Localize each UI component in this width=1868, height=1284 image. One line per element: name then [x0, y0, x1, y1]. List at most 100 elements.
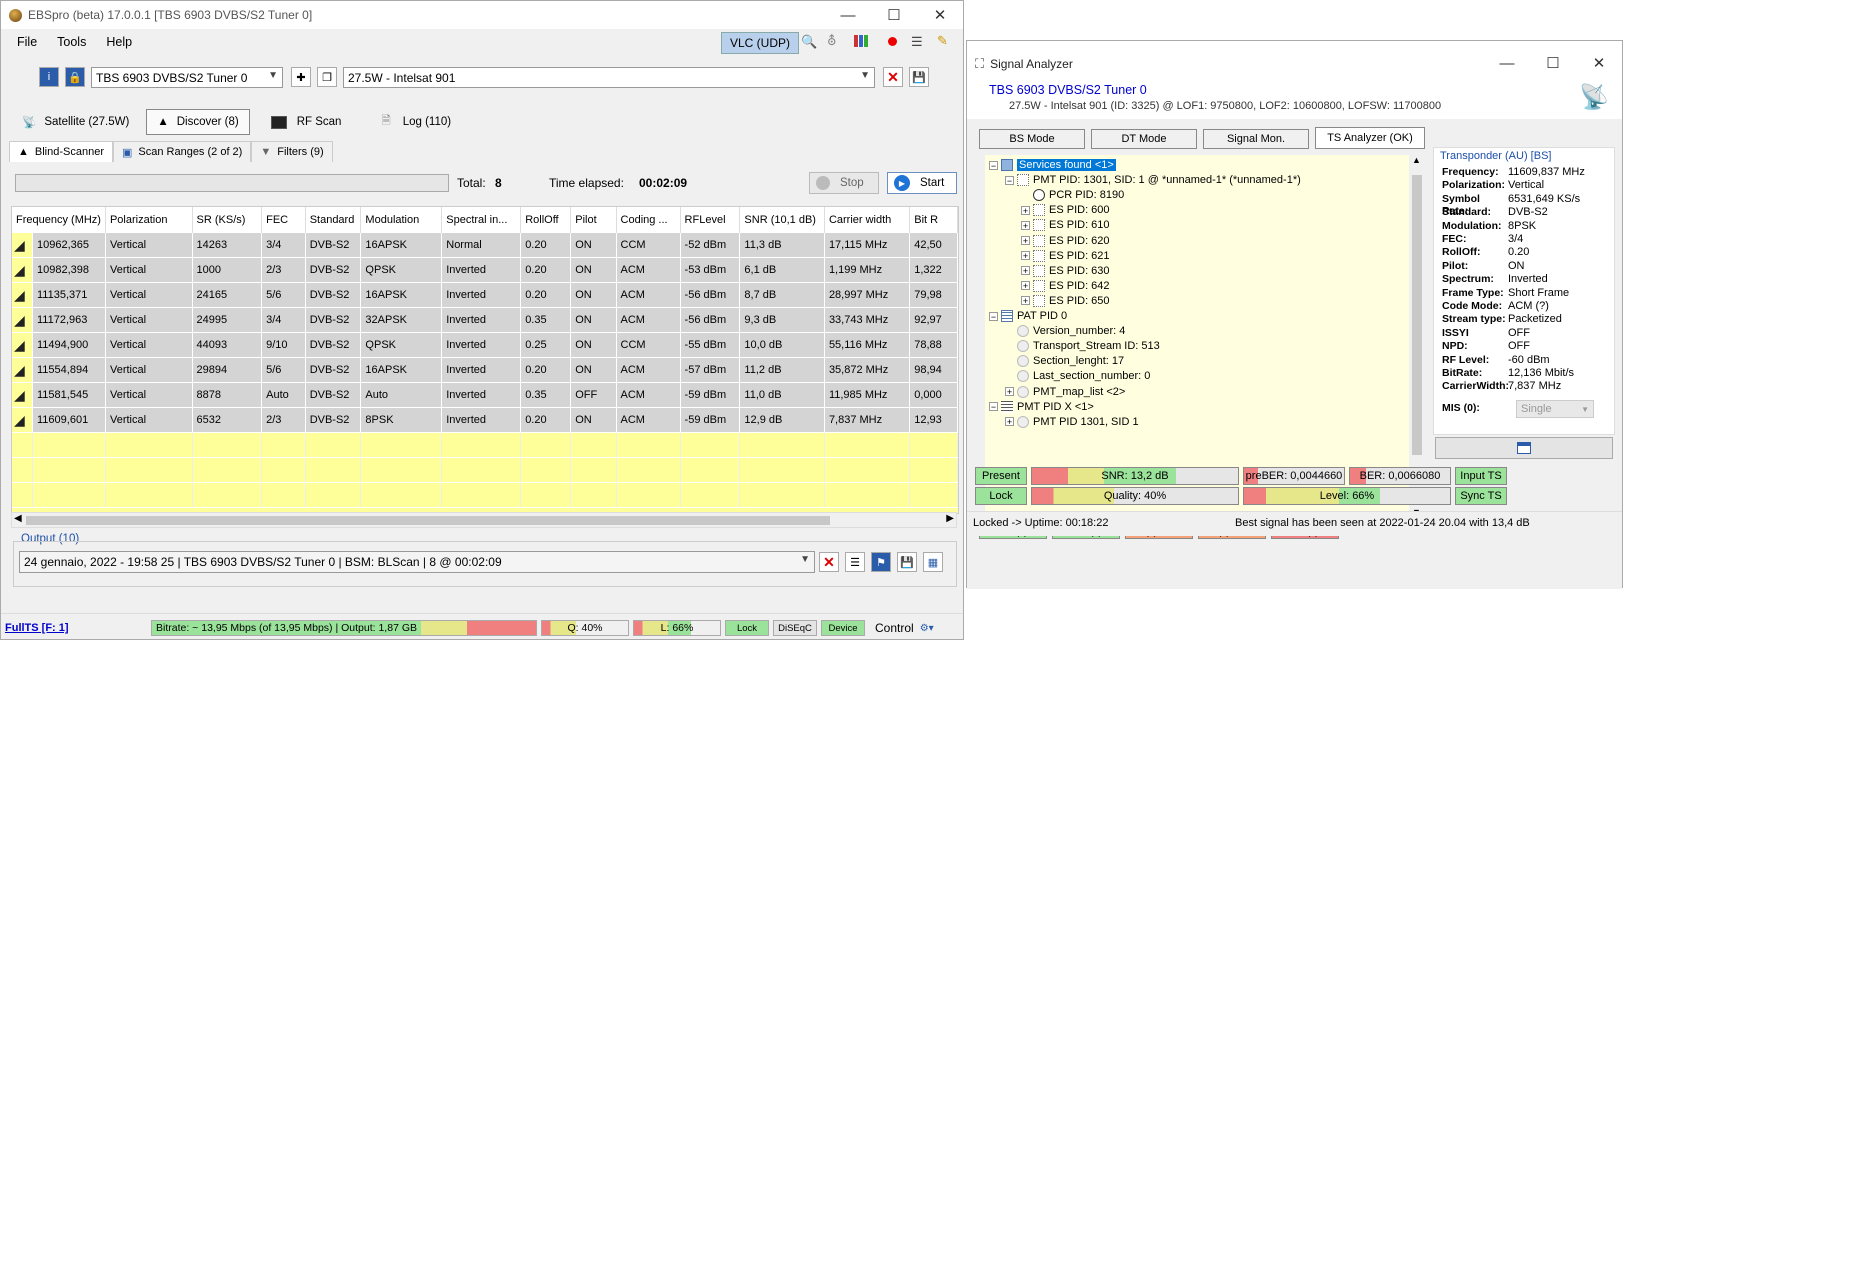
tree-node[interactable]: Last_section_number: 0: [1005, 368, 1150, 384]
list-icon[interactable]: ☰: [911, 34, 923, 50]
table-row[interactable]: ◢ 11494,900 Vertical 44093 9/10 DVB-S2 QPSK Inv…: [12, 332, 958, 358]
tree-node[interactable]: + PMT PID 1301, SID 1: [1005, 414, 1139, 430]
mis-select[interactable]: Single ▼: [1516, 400, 1594, 418]
table-row[interactable]: ◢ 10962,365 Vertical 14263 3/4 DVB-S2 16APSK No…: [12, 233, 958, 258]
tab-signal-mon[interactable]: Signal Mon.: [1203, 129, 1309, 149]
tree-scrollbar[interactable]: ▲ ▼: [1409, 155, 1425, 517]
scroll-up-icon[interactable]: ▲: [1412, 155, 1421, 165]
vlc-udp-button[interactable]: VLC (UDP): [721, 32, 800, 54]
table-row[interactable]: ◢ 11554,894 Vertical 29894 5/6 DVB-S2 16APSK In…: [12, 357, 958, 383]
expand-icon[interactable]: +: [1021, 266, 1030, 276]
col-sr[interactable]: SR (KS/s): [192, 207, 263, 233]
expand-icon[interactable]: +: [1021, 281, 1030, 291]
info-icon[interactable]: i: [39, 67, 59, 87]
close-button[interactable]: ✕: [1576, 49, 1622, 77]
search-icon[interactable]: 🔍: [801, 34, 817, 50]
start-button[interactable]: ▶ Start: [887, 172, 957, 194]
minimize-button[interactable]: —: [1484, 49, 1530, 77]
control-label[interactable]: Control: [875, 621, 914, 635]
collapse-icon[interactable]: −: [1005, 175, 1014, 185]
table-row[interactable]: ◢ 11581,545 Vertical 8878 Auto DVB-S2 Auto Inve…: [12, 382, 958, 408]
tab-log[interactable]: 🗎 Log (110): [370, 109, 462, 135]
menu-help[interactable]: Help: [96, 35, 142, 49]
record-icon[interactable]: [888, 37, 897, 46]
tree-node[interactable]: − PAT PID 0: [989, 308, 1067, 324]
tree-node[interactable]: + ES PID: 600: [1021, 202, 1110, 218]
col-fec[interactable]: FEC: [261, 207, 306, 233]
expand-icon[interactable]: +: [1021, 296, 1030, 306]
tree-node[interactable]: Transport_Stream ID: 513: [1005, 338, 1160, 354]
expand-icon[interactable]: +: [1021, 205, 1030, 215]
tab-scan-ranges[interactable]: ▣ Scan Ranges (2 of 2): [112, 141, 252, 162]
chart-icon[interactable]: [854, 35, 868, 47]
tree-node[interactable]: − Services found <1>: [989, 157, 1116, 173]
tree-node[interactable]: + ES PID: 621: [1021, 248, 1110, 264]
control-dropdown-icon[interactable]: ⚙▾: [920, 623, 934, 634]
fullts-link[interactable]: FullTS [F: 1]: [5, 622, 151, 634]
col-spectral[interactable]: Spectral in...: [441, 207, 522, 233]
expand-icon[interactable]: +: [1021, 236, 1030, 246]
expand-icon[interactable]: +: [1005, 387, 1014, 397]
tree-node[interactable]: + ES PID: 610: [1021, 217, 1110, 233]
collapse-icon[interactable]: −: [989, 311, 998, 321]
tree-node[interactable]: − PMT PID: 1301, SID: 1 @ *unnamed-1* (*u…: [1005, 172, 1301, 188]
save-icon[interactable]: 💾: [909, 67, 929, 87]
tuner-select[interactable]: TBS 6903 DVBS/S2 Tuner 0 ▼: [91, 67, 283, 88]
tree-node[interactable]: + ES PID: 642: [1021, 278, 1110, 294]
close-button[interactable]: ✕: [917, 1, 963, 29]
tree-node[interactable]: + ES PID: 630: [1021, 263, 1110, 279]
col-rflevel[interactable]: RFLevel: [680, 207, 741, 233]
transponder-action-button[interactable]: [1435, 437, 1613, 459]
col-rolloff[interactable]: RollOff: [520, 207, 572, 233]
satellite-select[interactable]: 27.5W - Intelsat 901 ▼: [343, 67, 875, 88]
export-icon[interactable]: ▦: [923, 552, 943, 572]
table-row[interactable]: ◢ 10982,398 Vertical 1000 2/3 DVB-S2 QPSK Inver…: [12, 257, 958, 283]
col-bitrate[interactable]: Bit R: [909, 207, 958, 233]
tree-node[interactable]: + PMT_map_list <2>: [1005, 384, 1125, 400]
col-modulation[interactable]: Modulation: [360, 207, 443, 233]
satellite-dish-icon[interactable]: ⛢: [827, 33, 837, 49]
col-polarization[interactable]: Polarization: [105, 207, 193, 233]
expand-icon[interactable]: +: [1021, 220, 1030, 230]
tree-node[interactable]: Section_lenght: 17: [1005, 353, 1124, 369]
tab-rf-scan[interactable]: RF Scan: [260, 109, 353, 135]
tab-blind-scanner[interactable]: ▲ Blind-Scanner: [9, 141, 113, 162]
save-icon[interactable]: 💾: [897, 552, 917, 572]
lock-icon[interactable]: 🔒: [65, 67, 85, 87]
tab-satellite[interactable]: 📡 Satellite (27.5W): [11, 109, 140, 135]
tab-dt-mode[interactable]: DT Mode: [1091, 129, 1197, 149]
collapse-icon[interactable]: −: [989, 402, 998, 412]
stop-button[interactable]: Stop: [809, 172, 879, 194]
col-standard[interactable]: Standard: [305, 207, 362, 233]
minimize-button[interactable]: —: [825, 1, 871, 29]
tab-ts-analyzer[interactable]: TS Analyzer (OK): [1315, 127, 1425, 149]
scroll-left-icon[interactable]: ◀: [14, 513, 22, 524]
tree-node[interactable]: PCR PID: 8190: [1021, 187, 1124, 203]
collapse-icon[interactable]: −: [989, 160, 998, 170]
expand-icon[interactable]: +: [1005, 417, 1014, 427]
scrollbar-thumb[interactable]: [26, 516, 830, 525]
menu-tools[interactable]: Tools: [47, 35, 96, 49]
col-carrier-width[interactable]: Carrier width: [824, 207, 911, 233]
tree-node[interactable]: Version_number: 4: [1005, 323, 1125, 339]
maximize-button[interactable]: ☐: [1530, 49, 1576, 77]
add-icon[interactable]: ✚: [291, 67, 311, 87]
expand-icon[interactable]: +: [1021, 251, 1030, 261]
details-icon[interactable]: ☰: [845, 552, 865, 572]
col-snr[interactable]: SNR (10,1 dB): [739, 207, 825, 233]
menu-file[interactable]: File: [7, 35, 47, 49]
col-frequency[interactable]: Frequency (MHz): [12, 207, 106, 233]
copy-icon[interactable]: ❐: [317, 67, 337, 87]
clear-output-icon[interactable]: ✕: [819, 552, 839, 572]
tab-filters[interactable]: ▼ Filters (9): [251, 141, 333, 162]
col-pilot[interactable]: Pilot: [570, 207, 617, 233]
flag-icon[interactable]: ⚑: [871, 552, 891, 572]
delete-icon[interactable]: ✕: [883, 67, 903, 87]
tree-node[interactable]: − PMT PID X <1>: [989, 399, 1094, 415]
tree-node[interactable]: + ES PID: 650: [1021, 293, 1110, 309]
table-row[interactable]: ◢ 11609,601 Vertical 6532 2/3 DVB-S2 8PSK Inver…: [12, 407, 958, 433]
scroll-right-icon[interactable]: ▶: [946, 513, 954, 524]
output-select[interactable]: 24 gennaio, 2022 - 19:58 25 | TBS 6903 D…: [19, 551, 815, 573]
col-coding[interactable]: Coding ...: [616, 207, 681, 233]
table-row[interactable]: ◢ 11135,371 Vertical 24165 5/6 DVB-S2 16APSK In…: [12, 282, 958, 308]
